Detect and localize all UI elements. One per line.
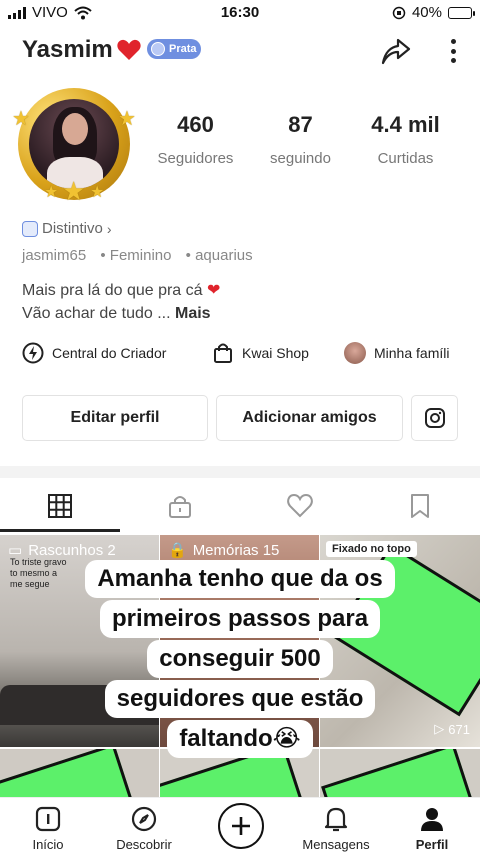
more-options-icon[interactable] <box>448 36 458 66</box>
instagram-button[interactable] <box>411 395 458 441</box>
caption-line: seguidores que estão <box>104 680 376 718</box>
family-avatar <box>344 342 366 364</box>
family-link[interactable]: Minha famíli <box>344 342 449 364</box>
status-bar: VIVO 16:30 40% <box>0 0 480 26</box>
battery-icon <box>448 6 475 19</box>
caption-line: Amanha tenho que da os <box>85 560 395 598</box>
avatar[interactable]: ★ ★ ★ ★ ★ <box>12 84 136 206</box>
star-icon: ★ <box>62 176 86 206</box>
caption-overlay: Amanha tenho que da os primeiros passos … <box>0 560 480 758</box>
lock-icon <box>169 496 191 518</box>
tab-saved[interactable] <box>360 480 480 532</box>
tab-grid[interactable] <box>0 480 120 532</box>
share-icon[interactable] <box>378 34 412 68</box>
content-tabs <box>0 480 480 532</box>
edit-profile-button[interactable]: Editar perfil <box>22 395 208 441</box>
nav-messages[interactable]: Mensagens <box>288 804 384 852</box>
pinned-badge: Fixado no topo <box>326 541 417 557</box>
orientation-lock-icon <box>392 6 406 19</box>
heart-emoji-icon: ❤ <box>207 282 221 299</box>
caption-line: primeiros passos para <box>99 600 381 638</box>
compass-icon <box>131 806 157 832</box>
home-icon <box>35 806 61 832</box>
profile-meta: jasmim65 • Feminino • aquarius <box>22 247 263 264</box>
profile-header: Yasmim Prata <box>22 34 458 68</box>
bottom-nav: Início Descobrir Mensagens Perfil <box>0 797 480 854</box>
star-icon: ★ <box>118 108 136 130</box>
plus-icon <box>232 817 250 835</box>
profile-icon <box>421 808 443 831</box>
bell-icon <box>324 807 348 832</box>
instagram-icon <box>424 408 445 428</box>
followers-stat[interactable]: 460 Seguidores <box>148 112 243 167</box>
likes-stat[interactable]: 4.4 mil Curtidas <box>358 112 453 167</box>
nav-discover[interactable]: Descobrir <box>96 804 192 852</box>
bookmark-icon <box>411 494 429 518</box>
section-divider <box>0 466 480 478</box>
username: Yasmim <box>22 36 113 63</box>
creator-center-link[interactable]: Central do Criador <box>22 342 166 364</box>
tab-liked[interactable] <box>240 480 360 532</box>
caption-line: conseguir 500 <box>147 640 333 678</box>
kwai-shop-link[interactable]: Kwai Shop <box>212 342 309 364</box>
create-button[interactable] <box>218 803 264 849</box>
distintivo-icon <box>22 220 38 237</box>
following-stat[interactable]: 87 seguindo <box>253 112 348 167</box>
distintivo-link[interactable]: Distintivo › <box>22 220 112 237</box>
bio-more-link[interactable]: Mais <box>175 305 211 322</box>
handle: jasmim65 <box>22 247 87 264</box>
battery-percent: 40% <box>411 4 442 21</box>
nav-profile[interactable]: Perfil <box>384 804 480 852</box>
add-friends-button[interactable]: Adicionar amigos <box>216 395 403 441</box>
badge-icon <box>151 42 165 56</box>
gender: • Feminino <box>100 247 172 264</box>
star-icon: ★ <box>12 108 30 130</box>
lock-icon: 🔒 <box>168 542 187 559</box>
lightning-icon <box>22 342 44 364</box>
heart-emoji-icon <box>117 39 141 60</box>
star-icon: ★ <box>44 184 59 201</box>
chevron-right-icon: › <box>106 220 112 237</box>
nav-home[interactable]: Início <box>0 804 96 852</box>
shopping-bag-icon <box>214 343 232 363</box>
grid-icon <box>48 494 72 518</box>
caption-line: faltando😭 <box>167 720 313 758</box>
bio: Mais pra lá do que pra cá ❤ Vão achar de… <box>22 282 221 322</box>
rank-badge[interactable]: Prata <box>147 39 201 59</box>
shortcut-links: Central do Criador Kwai Shop Minha famíl… <box>22 342 480 368</box>
heart-icon <box>287 493 313 518</box>
zodiac-sign: • aquarius <box>185 247 253 264</box>
star-icon: ★ <box>90 184 105 201</box>
tab-private[interactable] <box>120 480 240 532</box>
